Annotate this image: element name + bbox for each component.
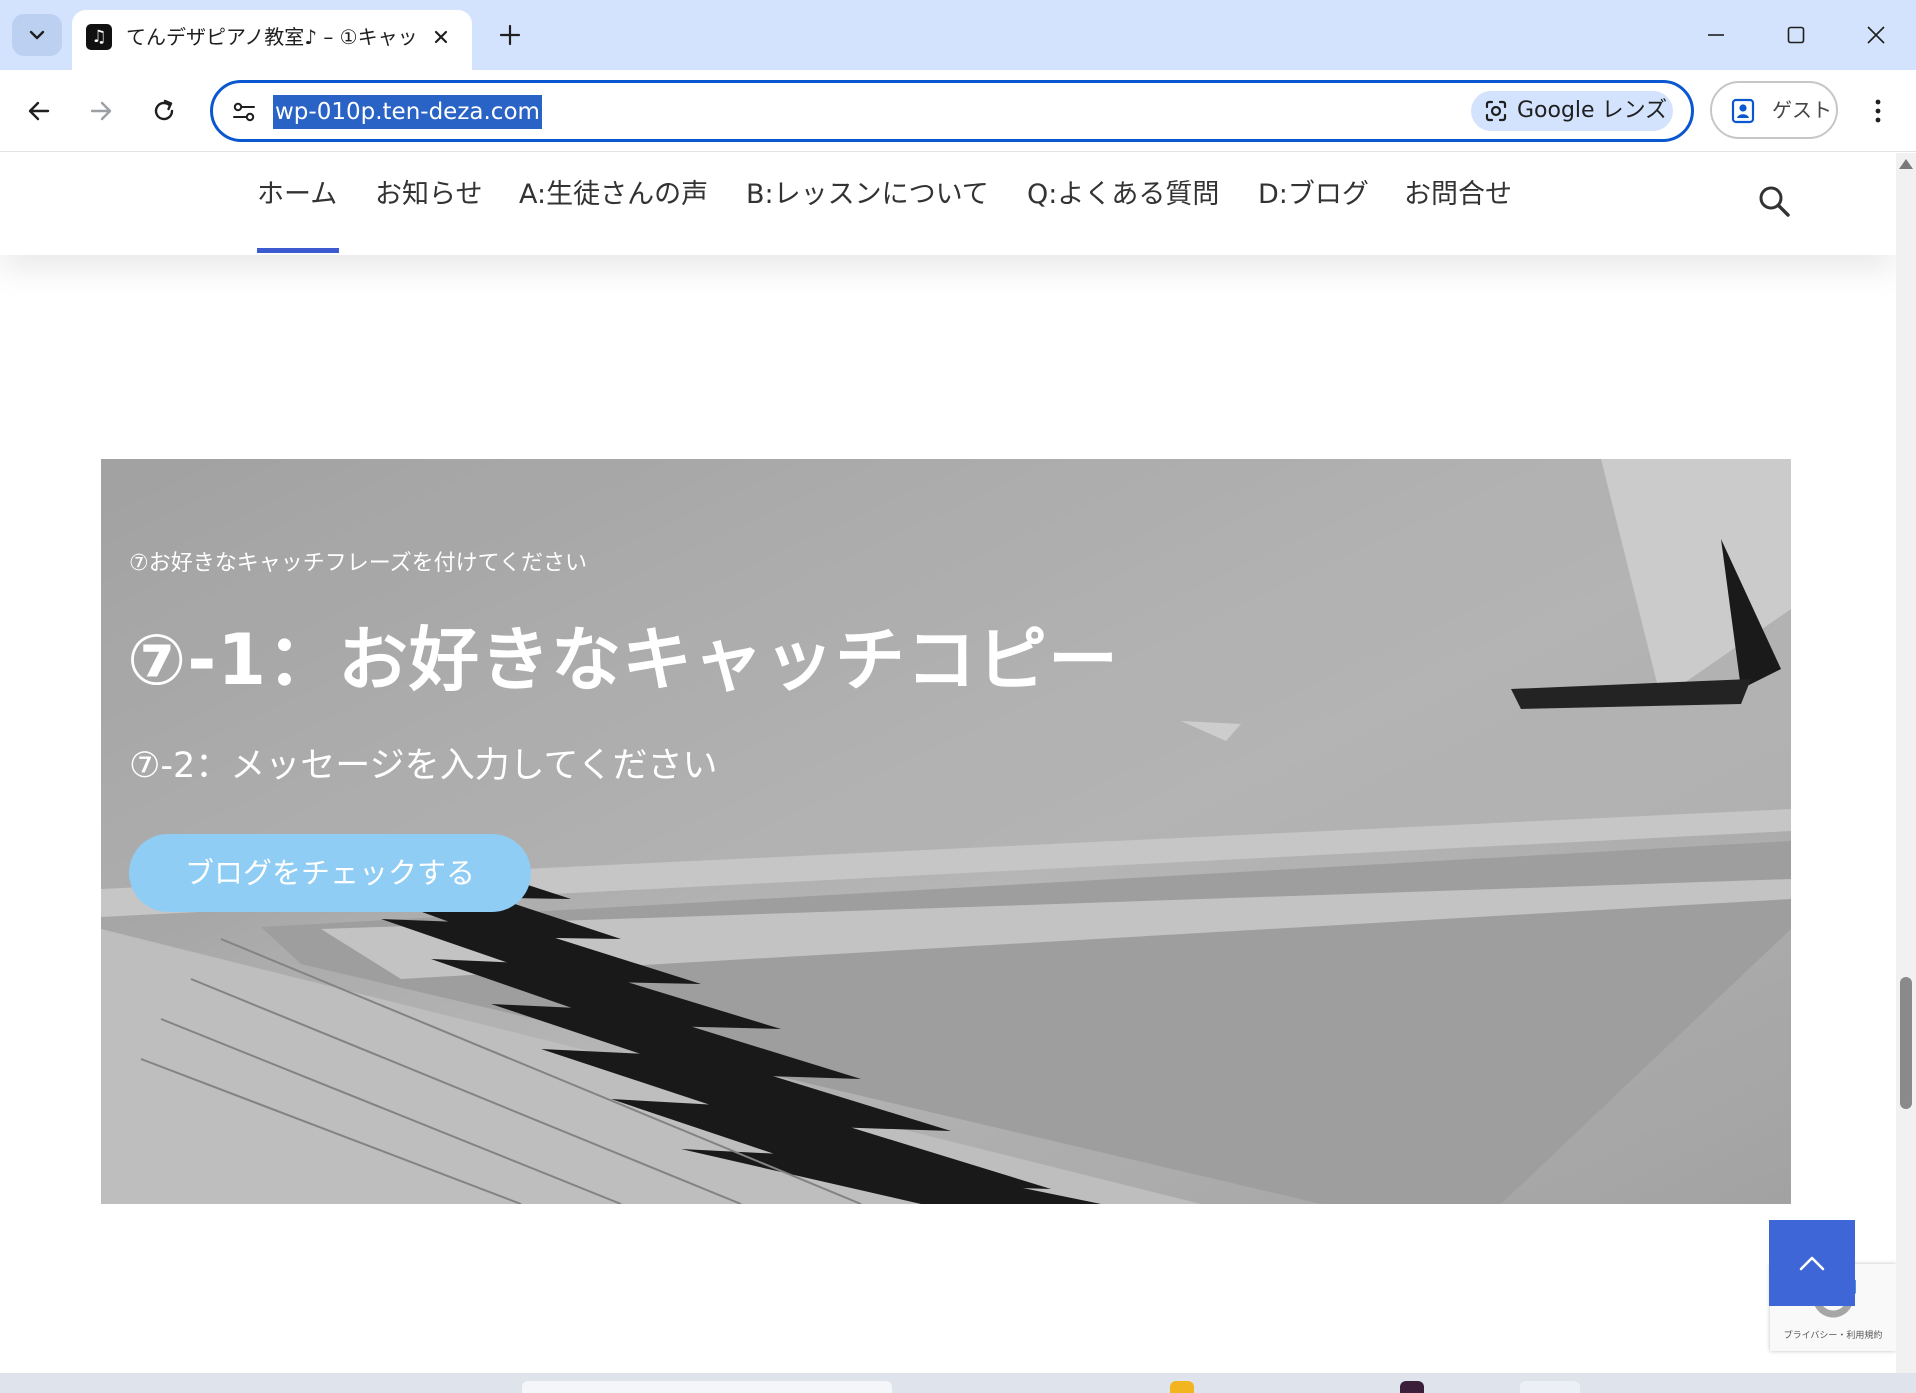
tab-close-button[interactable]: [424, 20, 458, 54]
new-tab-button[interactable]: [490, 14, 530, 56]
music-note-icon: ♫: [86, 24, 112, 50]
reload-button[interactable]: [141, 88, 187, 134]
nav-item-faq[interactable]: Q:よくある質問: [1027, 175, 1219, 215]
arrow-right-icon: [90, 101, 112, 121]
tab-search-button[interactable]: [12, 14, 62, 56]
browser-menu-button[interactable]: [1856, 88, 1900, 134]
os-taskbar: [0, 1373, 1916, 1393]
nav-item-contact[interactable]: お問合せ: [1404, 175, 1512, 215]
close-icon: [434, 30, 448, 44]
browser-toolbar: wp-010p.ten-deza.com Google レンズ ゲスト: [0, 70, 1916, 152]
chevron-up-icon: [1799, 1256, 1825, 1271]
recaptcha-privacy-terms[interactable]: プライバシー・利用規約: [1776, 1328, 1890, 1341]
chevron-down-icon: [29, 30, 45, 40]
nav-item-blog[interactable]: D:ブログ: [1258, 175, 1369, 215]
search-icon[interactable]: [1756, 183, 1792, 219]
nav-item-home[interactable]: ホーム: [257, 175, 337, 215]
nav-item-lessons[interactable]: B:レッスンについて: [746, 175, 989, 215]
taskbar-app-icon[interactable]: [1400, 1381, 1424, 1393]
hero-title: ⑦-1：お好きなキャッチコピー: [127, 619, 1120, 701]
back-button[interactable]: [16, 88, 62, 134]
arrow-left-icon: [28, 101, 50, 121]
taskbar-app-icon[interactable]: [1520, 1381, 1580, 1393]
taskbar-search-box[interactable]: [522, 1381, 892, 1393]
hero-banner: ⑦お好きなキャッチフレーズを付けてください ⑦-1：お好きなキャッチコピー ⑦-…: [101, 459, 1791, 1204]
maximize-icon: [1787, 26, 1805, 44]
scroll-up-arrow-icon[interactable]: [1899, 159, 1913, 169]
nav-active-indicator: [257, 248, 339, 253]
hero-catchphrase: ⑦お好きなキャッチフレーズを付けてください: [129, 551, 587, 576]
page-scrollbar[interactable]: [1896, 153, 1916, 1373]
site-info-button[interactable]: [227, 95, 261, 129]
nav-item-news[interactable]: お知らせ: [375, 175, 482, 215]
hero-message: ⑦-2：メッセージを入力してください: [129, 746, 718, 786]
scrollbar-thumb[interactable]: [1900, 977, 1912, 1109]
page-viewport: ホーム お知らせ A:生徒さんの声 B:レッスンについて Q:よくある質問 D:…: [0, 153, 1896, 1373]
window-close-button[interactable]: [1836, 0, 1916, 70]
nav-item-testimonials[interactable]: A:生徒さんの声: [519, 175, 708, 215]
address-bar[interactable]: wp-010p.ten-deza.com Google レンズ: [210, 80, 1694, 142]
profile-label: ゲスト: [1772, 98, 1832, 122]
profile-button[interactable]: ゲスト: [1710, 81, 1838, 139]
url-text[interactable]: wp-010p.ten-deza.com: [273, 95, 542, 129]
google-lens-label: Google レンズ: [1517, 98, 1668, 123]
browser-tab-bar: ♫ てんデザピアノ教室♪ – ①キャッチコピー: [0, 0, 1916, 70]
tab-title: てんデザピアノ教室♪ – ①キャッチコピー: [126, 25, 416, 49]
active-browser-tab[interactable]: ♫ てんデザピアノ教室♪ – ①キャッチコピー: [72, 10, 472, 70]
close-icon: [1867, 26, 1885, 44]
check-blog-button[interactable]: ブログをチェックする: [129, 834, 531, 912]
forward-button[interactable]: [78, 88, 124, 134]
plus-icon: [499, 24, 521, 46]
site-header: ホーム お知らせ A:生徒さんの声 B:レッスンについて Q:よくある質問 D:…: [0, 153, 1896, 255]
lens-icon: [1485, 100, 1507, 122]
kebab-menu-icon: [1875, 99, 1881, 123]
back-to-top-button[interactable]: [1769, 1220, 1855, 1306]
minimize-button[interactable]: [1676, 0, 1756, 70]
minimize-icon: [1708, 34, 1724, 36]
reload-icon: [154, 99, 174, 121]
taskbar-app-icon[interactable]: [1170, 1381, 1194, 1393]
person-icon: [1731, 98, 1755, 124]
google-lens-button[interactable]: Google レンズ: [1471, 91, 1673, 131]
maximize-button[interactable]: [1756, 0, 1836, 70]
tune-icon: [233, 102, 255, 122]
